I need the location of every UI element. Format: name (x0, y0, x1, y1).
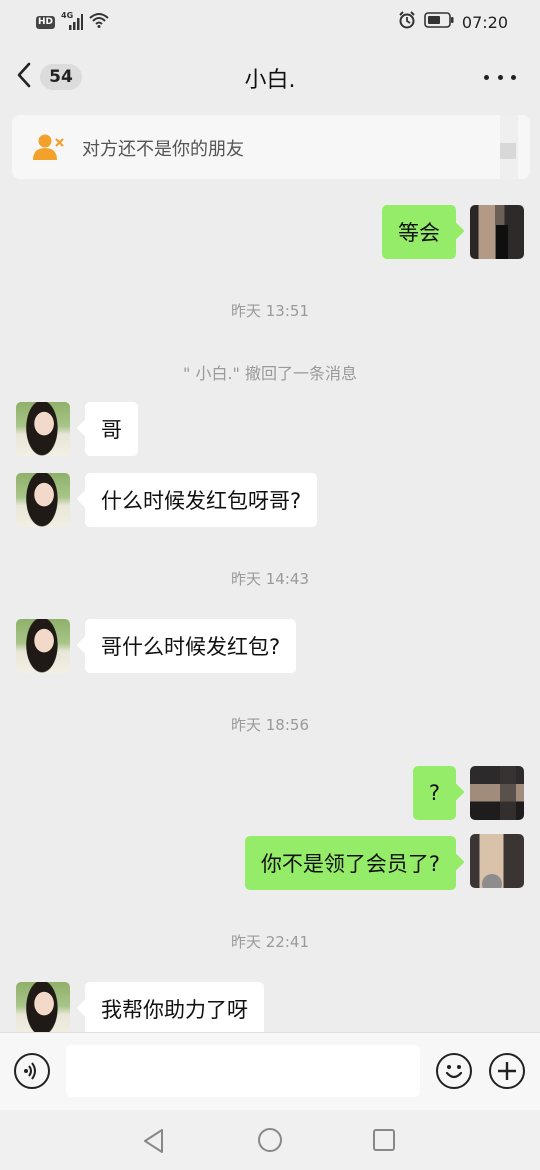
message-input[interactable] (66, 1045, 420, 1097)
my-avatar[interactable] (470, 205, 524, 259)
chat-header: 54 小白. (0, 44, 540, 110)
message-bubble-incoming[interactable]: 我帮你助力了呀 (85, 982, 264, 1036)
status-time: 07:20 (461, 12, 508, 32)
signal-icon: 4G (61, 11, 84, 30)
input-bar (0, 1032, 540, 1111)
contact-avatar[interactable] (16, 982, 70, 1036)
timestamp: 昨天 22:41 (231, 933, 309, 951)
emoji-button[interactable] (436, 1053, 472, 1089)
my-avatar[interactable] (470, 766, 524, 820)
user-remove-icon (32, 133, 66, 165)
chat-title: 小白. (244, 68, 296, 93)
voice-button[interactable] (14, 1053, 50, 1089)
message-bubble-incoming[interactable]: 哥 (85, 402, 138, 456)
alarm-icon (398, 11, 416, 33)
wifi-icon (89, 12, 109, 32)
notice-text: 对方还不是你的朋友 (82, 139, 244, 160)
message-text: ? (428, 781, 440, 805)
recall-notice: " 小白." 撤回了一条消息 (183, 364, 357, 383)
more-icon-dot (497, 74, 503, 80)
battery-icon (424, 12, 454, 32)
nav-back-icon[interactable] (142, 1128, 166, 1158)
hd-badge: HD (36, 15, 56, 29)
contact-avatar[interactable] (16, 402, 70, 456)
notice-close-button[interactable] (500, 143, 516, 159)
more-functions-button[interactable] (489, 1053, 525, 1089)
message-bubble-incoming[interactable]: 什么时候发红包呀哥? (85, 473, 318, 527)
contact-avatar[interactable] (16, 473, 70, 527)
not-friend-notice: 对方还不是你的朋友 (12, 115, 530, 179)
message-bubble-outgoing[interactable]: 等会 (382, 205, 456, 259)
more-icon-dot (511, 74, 516, 80)
message-bubble-incoming[interactable]: 哥什么时候发红包? (85, 619, 297, 673)
status-left: HD 4G (36, 11, 109, 32)
message-text: 哥什么时候发红包? (101, 635, 281, 659)
message-bubble-outgoing[interactable]: 你不是领了会员了? (244, 836, 456, 890)
network-label: 4G (61, 11, 74, 20)
message-text: 什么时候发红包呀哥? (101, 489, 302, 513)
contact-avatar[interactable] (16, 619, 70, 673)
my-avatar[interactable] (470, 834, 524, 888)
message-bubble-outgoing[interactable]: ? (412, 766, 456, 820)
timestamp: 昨天 13:51 (231, 302, 309, 320)
message-text: 你不是领了会员了? (260, 852, 440, 876)
message-text: 哥 (101, 418, 122, 442)
status-bar: HD 4G 07:20 (0, 0, 540, 44)
more-icon-dot (484, 74, 489, 80)
timestamp: 昨天 18:56 (231, 716, 309, 734)
nav-home-icon[interactable] (257, 1127, 283, 1157)
system-nav-bar (0, 1110, 540, 1170)
message-text: 我帮你助力了呀 (101, 998, 248, 1022)
message-text: 等会 (398, 221, 440, 245)
nav-recents-icon[interactable] (372, 1128, 396, 1156)
timestamp: 昨天 14:43 (231, 570, 309, 588)
more-button[interactable] (484, 64, 516, 90)
status-right: 07:20 (398, 11, 508, 33)
